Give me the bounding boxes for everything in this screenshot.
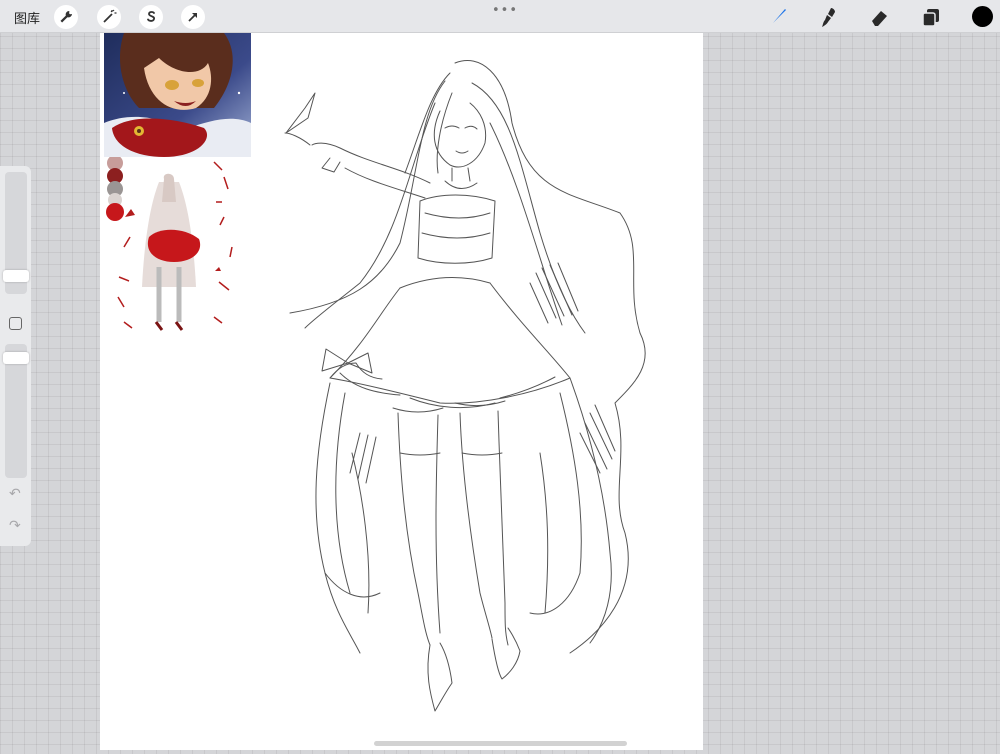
undo-icon[interactable]: ↶ (9, 486, 21, 502)
eraser-icon[interactable] (868, 5, 892, 29)
redo-icon[interactable]: ↷ (9, 518, 21, 534)
opacity-thumb[interactable] (3, 352, 29, 364)
color-swatch-button[interactable] (972, 6, 993, 27)
layers-icon[interactable] (919, 5, 943, 29)
palette-thumbnail (104, 155, 238, 341)
top-toolbar: 图库 ••• (0, 0, 1000, 33)
brush-size-thumb[interactable] (3, 270, 29, 282)
left-sidebar: ↶ ↷ (0, 166, 31, 546)
home-indicator (374, 741, 627, 746)
opacity-slider[interactable] (3, 344, 29, 478)
gallery-button[interactable]: 图库 (14, 8, 40, 27)
modify-button[interactable] (9, 317, 22, 330)
brush-size-slider[interactable] (3, 172, 29, 294)
arrow-cursor-icon[interactable] (181, 5, 205, 29)
selection-s-icon[interactable] (139, 5, 163, 29)
reference-portrait-image[interactable] (104, 33, 251, 157)
toolbar-grip[interactable]: ••• (492, 3, 518, 18)
magic-wand-icon[interactable] (97, 5, 121, 29)
reference-colored-sketch-image[interactable] (104, 155, 238, 341)
wrench-icon[interactable] (54, 5, 78, 29)
smudge-icon[interactable] (817, 5, 841, 29)
portrait-thumbnail (104, 33, 251, 157)
brush-icon[interactable] (766, 5, 790, 29)
